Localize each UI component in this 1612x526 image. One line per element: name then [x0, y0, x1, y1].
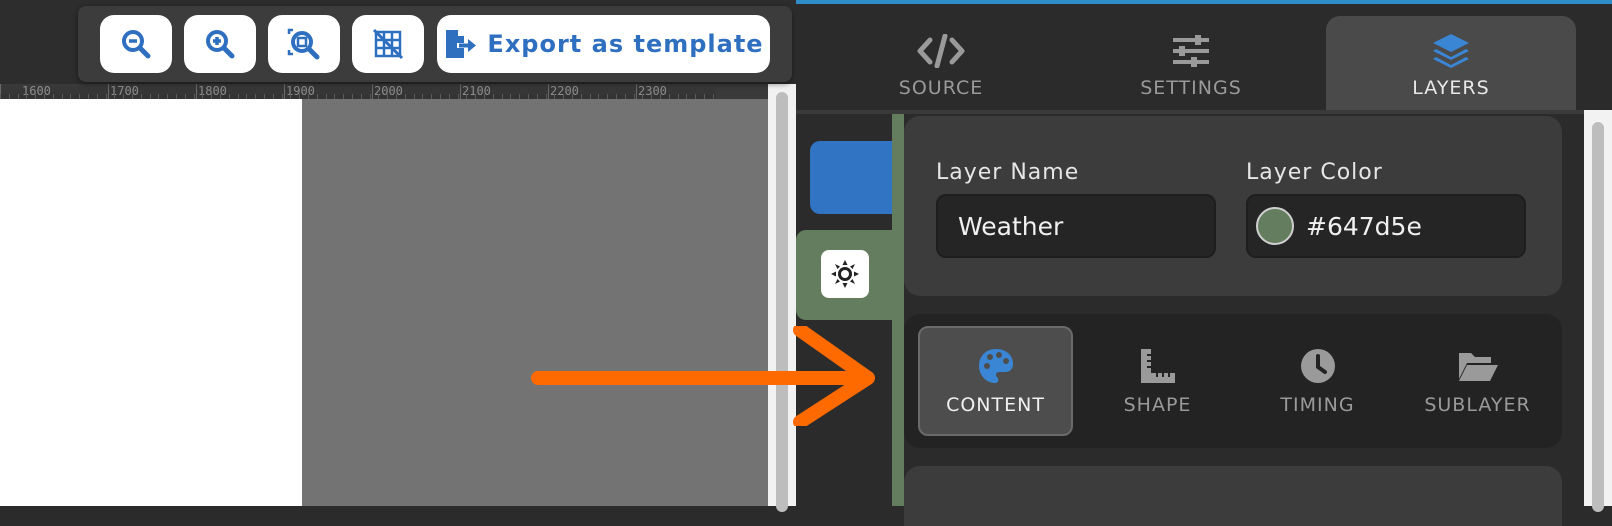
- tab-source-label: SOURCE: [898, 77, 984, 99]
- layer-name-input[interactable]: Weather: [936, 194, 1216, 258]
- layer-icon-box: [821, 250, 869, 298]
- panel-tabs: SOURCE SETTINGS LAYERS: [796, 4, 1584, 114]
- tab-timing-label: TIMING: [1280, 394, 1355, 416]
- grid-toggle-button[interactable]: [352, 15, 424, 73]
- layer-color-rail: [892, 114, 904, 506]
- sliders-icon: [1173, 35, 1209, 67]
- layer-list-item-selected[interactable]: [796, 230, 896, 320]
- tab-layers[interactable]: LAYERS: [1326, 16, 1576, 114]
- zoom-in-icon: [206, 30, 235, 59]
- zoom-out-icon: [122, 30, 151, 59]
- layer-color-value: #647d5e: [1306, 211, 1422, 241]
- ruler-combined-icon: [1140, 349, 1175, 383]
- zoom-fit-button[interactable]: [268, 15, 340, 73]
- color-swatch[interactable]: [1256, 207, 1294, 245]
- layer-name-value: Weather: [958, 211, 1064, 241]
- layer-color-label: Layer Color: [1246, 160, 1383, 185]
- zoom-out-button[interactable]: [100, 15, 172, 73]
- canvas-scrollbar[interactable]: [768, 84, 796, 512]
- folder-open-icon: [1458, 353, 1498, 381]
- tab-settings[interactable]: SETTINGS: [1066, 16, 1316, 114]
- tab-sublayer[interactable]: SUBLAYER: [1400, 326, 1555, 436]
- panel-scrollbar-thumb[interactable]: [1592, 122, 1604, 512]
- content-section-card: [904, 466, 1562, 526]
- tab-shape[interactable]: SHAPE: [1080, 326, 1235, 436]
- code-icon: [917, 34, 965, 68]
- file-export-icon: [446, 30, 477, 58]
- palette-icon: [978, 349, 1013, 383]
- tab-timing[interactable]: TIMING: [1240, 326, 1395, 436]
- tab-content-label: CONTENT: [946, 394, 1045, 416]
- layer-name-label: Layer Name: [936, 160, 1080, 185]
- canvas-scrollbar-thumb[interactable]: [776, 92, 788, 512]
- zoom-in-button[interactable]: [184, 15, 256, 73]
- layer-section-tabs: CONTENT SHAPE TIMING SUBLAYER: [904, 314, 1562, 448]
- tab-source[interactable]: SOURCE: [816, 16, 1066, 114]
- export-button-label: Export as template: [487, 30, 764, 58]
- tab-layers-label: LAYERS: [1412, 77, 1490, 99]
- sun-icon: [831, 260, 859, 288]
- grid-off-icon: [372, 28, 404, 60]
- horizontal-ruler: 1600 1700 1800 1900 2000 2100 2200 2300: [0, 84, 716, 99]
- canvas-toolbar: Export as template: [78, 6, 792, 82]
- zoom-fit-icon: [287, 28, 320, 60]
- tab-shape-label: SHAPE: [1123, 394, 1192, 416]
- clock-icon: [1300, 349, 1335, 383]
- layer-list-item[interactable]: [810, 141, 896, 214]
- tab-content[interactable]: CONTENT: [918, 326, 1073, 436]
- panel-scrollbar[interactable]: [1584, 110, 1612, 512]
- layer-color-input[interactable]: #647d5e: [1246, 194, 1526, 258]
- layers-icon: [1433, 34, 1469, 68]
- tab-sublayer-label: SUBLAYER: [1424, 394, 1531, 416]
- annotation-arrow: [531, 326, 875, 426]
- layer-properties-card: Layer Name Weather Layer Color #647d5e: [904, 116, 1562, 296]
- tab-divider: [796, 110, 1584, 114]
- canvas-outside-area: [302, 99, 768, 506]
- canvas-page[interactable]: [0, 99, 302, 506]
- export-as-template-button[interactable]: Export as template: [437, 15, 770, 73]
- tab-settings-label: SETTINGS: [1140, 77, 1242, 99]
